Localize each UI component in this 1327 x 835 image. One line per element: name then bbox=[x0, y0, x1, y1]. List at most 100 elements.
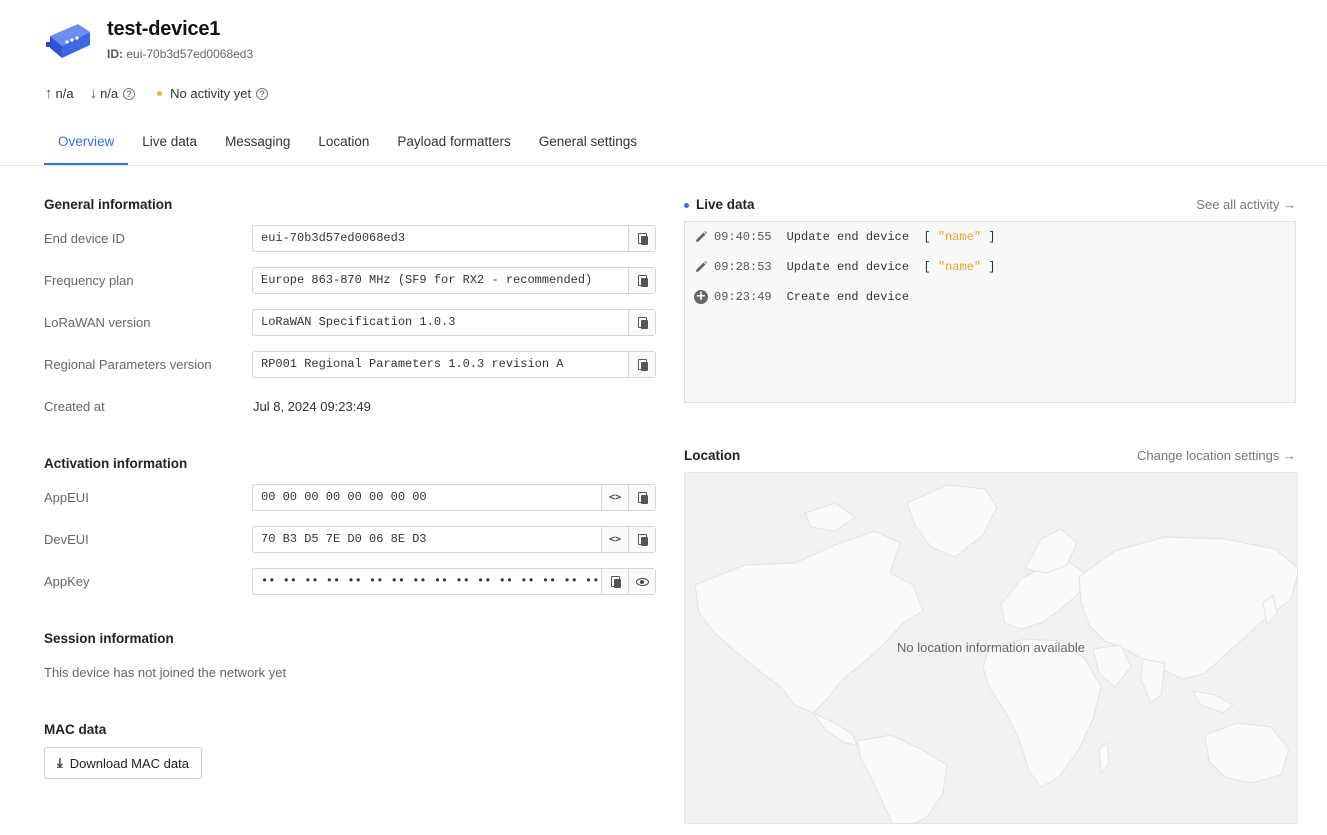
copy-icon bbox=[637, 534, 648, 546]
eye-icon bbox=[635, 577, 649, 586]
activity-stat: No activity yet ? bbox=[151, 86, 269, 101]
plus-circle-icon: + bbox=[694, 289, 708, 304]
copy-button[interactable] bbox=[628, 268, 655, 293]
device-id: ID: eui-70b3d57ed0068ed3 bbox=[107, 47, 253, 61]
copy-button[interactable] bbox=[628, 226, 655, 251]
no-location-message: No location information available bbox=[897, 640, 1085, 655]
event-time: 09:40:55 bbox=[714, 230, 772, 244]
event-time: 09:28:53 bbox=[714, 260, 772, 274]
tab-general-settings[interactable]: General settings bbox=[525, 121, 651, 165]
frequency-plan-label: Frequency plan bbox=[44, 273, 134, 288]
tab-overview[interactable]: Overview bbox=[44, 121, 129, 165]
world-map[interactable]: No location information available bbox=[684, 472, 1298, 824]
copy-icon bbox=[637, 317, 648, 329]
downlink-stat: ↓ n/a ? bbox=[90, 86, 136, 101]
lorawan-version-label: LoRaWAN version bbox=[44, 315, 151, 330]
created-at-value: Jul 8, 2024 09:23:49 bbox=[253, 399, 371, 414]
show-key-button[interactable] bbox=[628, 569, 655, 594]
copy-icon bbox=[637, 233, 648, 245]
copy-button[interactable] bbox=[628, 310, 655, 335]
status-dot-icon bbox=[157, 91, 163, 96]
copy-icon bbox=[637, 492, 648, 504]
event-time: 09:23:49 bbox=[714, 290, 772, 304]
device-icon bbox=[46, 24, 90, 58]
live-dot-icon bbox=[684, 202, 689, 208]
copy-icon bbox=[610, 576, 621, 588]
mac-data-title: MAC data bbox=[44, 722, 107, 737]
activation-info-title: Activation information bbox=[44, 456, 188, 471]
see-all-activity-link[interactable]: See all activity → bbox=[1196, 197, 1296, 212]
tab-live-data[interactable]: Live data bbox=[128, 121, 211, 165]
app-key-value[interactable]: •• •• •• •• •• •• •• •• •• •• •• •• •• •… bbox=[253, 569, 601, 594]
event-bracket-open: [ bbox=[923, 230, 938, 244]
lorawan-version-field: LoRaWAN Specification 1.0.3 bbox=[252, 309, 656, 336]
event-bracket-open: [ bbox=[923, 260, 938, 274]
code-icon: <> bbox=[608, 534, 622, 545]
pencil-icon bbox=[694, 260, 708, 274]
tab-location[interactable]: Location bbox=[304, 121, 383, 165]
copy-icon bbox=[637, 275, 648, 287]
app-eui-value[interactable]: 00 00 00 00 00 00 00 00 bbox=[253, 485, 601, 510]
app-eui-field: 00 00 00 00 00 00 00 00 <> bbox=[252, 484, 656, 511]
code-icon: <> bbox=[608, 492, 622, 503]
download-icon: ⤓ bbox=[57, 755, 63, 770]
device-title: test-device1 bbox=[107, 18, 221, 40]
tab-payload-formatters[interactable]: Payload formatters bbox=[383, 121, 524, 165]
device-stats: ↑ n/a ↓ n/a ? No activity yet ? bbox=[45, 86, 284, 101]
device-id-label: ID: bbox=[107, 47, 123, 61]
general-info-title: General information bbox=[44, 197, 173, 212]
end-device-id-value[interactable]: eui-70b3d57ed0068ed3 bbox=[253, 226, 628, 251]
pencil-icon bbox=[694, 230, 708, 244]
lorawan-version-value[interactable]: LoRaWAN Specification 1.0.3 bbox=[253, 310, 628, 335]
event-field: "name" bbox=[937, 260, 982, 274]
app-key-field: •• •• •• •• •• •• •• •• •• •• •• •• •• •… bbox=[252, 568, 656, 595]
app-key-label: AppKey bbox=[44, 574, 90, 589]
toggle-format-button[interactable]: <> bbox=[601, 527, 628, 552]
regional-params-field: RP001 Regional Parameters 1.0.3 revision… bbox=[252, 351, 656, 378]
uplink-value: n/a bbox=[55, 86, 74, 101]
device-id-value: eui-70b3d57ed0068ed3 bbox=[126, 47, 254, 61]
copy-icon bbox=[637, 359, 648, 371]
live-data-box: 09:40:55 Update end device [ "name" ] 09… bbox=[684, 221, 1296, 403]
frequency-plan-value[interactable]: Europe 863-870 MHz (SF9 for RX2 - recomm… bbox=[253, 268, 628, 293]
copy-button[interactable] bbox=[628, 352, 655, 377]
help-icon[interactable]: ? bbox=[123, 87, 136, 100]
end-device-id-label: End device ID bbox=[44, 231, 125, 246]
end-device-id-field: eui-70b3d57ed0068ed3 bbox=[252, 225, 656, 252]
live-data-title-text: Live data bbox=[696, 197, 755, 212]
event-text: Update end device bbox=[786, 260, 910, 274]
dev-eui-value[interactable]: 70 B3 D5 7E D0 06 8E D3 bbox=[253, 527, 601, 552]
event-bracket-close: ] bbox=[981, 230, 996, 244]
help-icon[interactable]: ? bbox=[256, 87, 269, 100]
event-text: Update end device bbox=[786, 230, 910, 244]
event-bracket-close: ] bbox=[981, 260, 996, 274]
copy-button[interactable] bbox=[628, 485, 655, 510]
tab-bar: Overview Live data Messaging Location Pa… bbox=[44, 121, 651, 165]
event-row[interactable]: + 09:23:49 Create end device bbox=[694, 290, 909, 304]
tabs-divider bbox=[0, 165, 1327, 166]
arrow-up-icon: ↑ bbox=[45, 85, 53, 102]
created-at-label: Created at bbox=[44, 399, 105, 414]
session-info-title: Session information bbox=[44, 631, 174, 646]
download-mac-data-label: Download MAC data bbox=[69, 755, 189, 771]
event-text: Create end device bbox=[786, 290, 910, 304]
regional-params-value[interactable]: RP001 Regional Parameters 1.0.3 revision… bbox=[253, 352, 628, 377]
session-info-text: This device has not joined the network y… bbox=[44, 665, 287, 680]
copy-button[interactable] bbox=[601, 569, 628, 594]
toggle-format-button[interactable]: <> bbox=[601, 485, 628, 510]
dev-eui-field: 70 B3 D5 7E D0 06 8E D3 <> bbox=[252, 526, 656, 553]
download-mac-data-button[interactable]: ⤓ Download MAC data bbox=[44, 747, 202, 779]
tab-messaging[interactable]: Messaging bbox=[211, 121, 304, 165]
change-location-settings-link[interactable]: Change location settings → bbox=[1137, 448, 1296, 463]
app-eui-label: AppEUI bbox=[44, 490, 89, 505]
arrow-down-icon: ↓ bbox=[89, 85, 98, 102]
location-title: Location bbox=[684, 448, 741, 463]
device-header: test-device1 ID: eui-70b3d57ed0068ed3 bbox=[44, 14, 253, 66]
downlink-value: n/a bbox=[100, 86, 119, 101]
copy-button[interactable] bbox=[628, 527, 655, 552]
event-row[interactable]: 09:40:55 Update end device [ "name" ] bbox=[694, 230, 995, 244]
frequency-plan-field: Europe 863-870 MHz (SF9 for RX2 - recomm… bbox=[252, 267, 656, 294]
dev-eui-label: DevEUI bbox=[44, 532, 89, 547]
event-row[interactable]: 09:28:53 Update end device [ "name" ] bbox=[694, 260, 995, 274]
uplink-stat: ↑ n/a bbox=[45, 86, 74, 101]
